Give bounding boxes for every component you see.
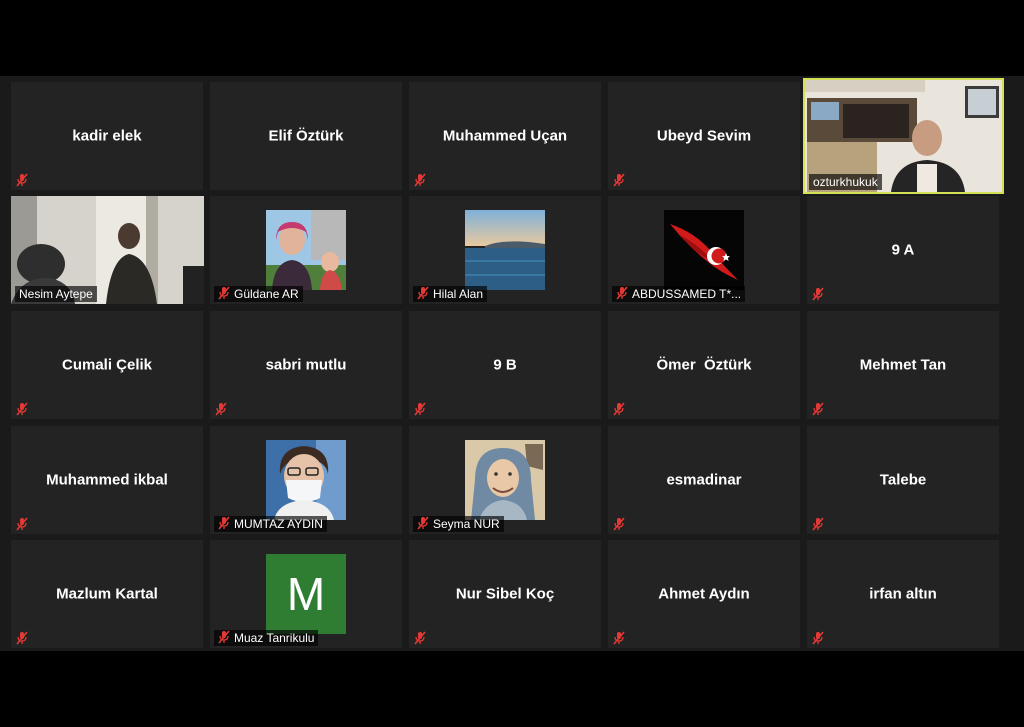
participant-tile[interactable]: Talebe (807, 426, 999, 534)
participant-name: Güldane AR (234, 287, 299, 301)
participant-name: Ubeyd Sevim (656, 127, 752, 145)
participant-tile[interactable]: irfan altın (807, 540, 999, 648)
participant-name: Cumali Çelik (61, 356, 153, 374)
profile-picture (465, 210, 545, 290)
participant-name: Elif Öztürk (268, 127, 344, 145)
mic-muted-icon (613, 402, 625, 416)
participant-name: sabri mutlu (265, 356, 347, 374)
participant-name: ABDUSSAMED T*... (632, 287, 742, 301)
participant-name-label: Seyma NUR (413, 516, 504, 532)
mic-muted-icon (417, 516, 429, 530)
mic-muted-icon (613, 631, 625, 645)
participant-tile[interactable]: Seyma NUR (409, 426, 601, 534)
participant-tile[interactable]: Hilal Alan (409, 196, 601, 304)
mic-muted-icon (812, 402, 824, 416)
mic-muted-icon (616, 286, 628, 300)
mic-muted-icon (812, 287, 824, 301)
mic-muted-icon (417, 286, 429, 300)
participant-tile[interactable]: Ömer Öztürk (608, 311, 800, 419)
participant-name: 9 B (493, 356, 517, 374)
participant-name-label: Muaz Tanrikulu (214, 630, 319, 646)
participant-name: Muhammed Uçan (442, 127, 568, 145)
participant-name-label: Hilal Alan (413, 286, 488, 302)
mic-muted-icon (16, 402, 28, 416)
participant-tile[interactable]: esmadinar (608, 426, 800, 534)
participant-name: 9 A (891, 241, 915, 259)
participant-tile[interactable]: MUMTAZ AYDIN (210, 426, 402, 534)
participant-name: irfan altın (869, 585, 937, 603)
profile-picture (465, 440, 545, 520)
participant-name-label: Güldane AR (214, 286, 303, 302)
participant-name: Nesim Aytepe (15, 286, 97, 302)
participant-name: Hilal Alan (433, 287, 484, 301)
participant-tile[interactable]: sabri mutlu (210, 311, 402, 419)
participant-tile[interactable]: 9 A (807, 196, 999, 304)
participant-name: Muaz Tanrikulu (234, 631, 315, 645)
mic-muted-icon (812, 631, 824, 645)
profile-picture (266, 210, 346, 290)
mic-muted-icon (414, 631, 426, 645)
gallery-view: kadir elek Elif Öztürk Muhammed Uçan Ube… (0, 76, 1024, 651)
participant-tile[interactable]: ABDUSSAMED T*... (608, 196, 800, 304)
participant-tile[interactable]: 9 B (409, 311, 601, 419)
participant-name: kadir elek (72, 127, 142, 145)
mic-muted-icon (218, 516, 230, 530)
participant-tile[interactable]: M Muaz Tanrikulu (210, 540, 402, 648)
mic-muted-icon (613, 517, 625, 531)
participant-name-label: MUMTAZ AYDIN (214, 516, 327, 532)
profile-picture (664, 210, 744, 290)
profile-picture (266, 440, 346, 520)
participant-tile[interactable]: Mehmet Tan (807, 311, 999, 419)
participant-tile[interactable]: Mazlum Kartal (11, 540, 203, 648)
participant-name: MUMTAZ AYDIN (234, 517, 323, 531)
participant-name: Ahmet Aydın (658, 585, 750, 603)
mic-muted-icon (16, 517, 28, 531)
participant-name: Nur Sibel Koç (455, 585, 555, 603)
participant-name: Seyma NUR (433, 517, 500, 531)
mic-muted-icon (218, 286, 230, 300)
mic-muted-icon (414, 173, 426, 187)
participant-tile[interactable]: Cumali Çelik (11, 311, 203, 419)
participant-tile[interactable]: Muhammed ikbal (11, 426, 203, 534)
participant-name: esmadinar (666, 471, 742, 489)
participant-tile-active-speaker[interactable]: ozturkhukuk (803, 78, 1004, 194)
participant-tile[interactable]: Ahmet Aydın (608, 540, 800, 648)
participant-tile[interactable]: Ubeyd Sevim (608, 82, 800, 190)
participant-name: Mazlum Kartal (56, 585, 158, 603)
mic-muted-icon (414, 402, 426, 416)
mic-muted-icon (16, 173, 28, 187)
mic-muted-icon (215, 402, 227, 416)
participant-tile[interactable]: Nesim Aytepe (11, 196, 204, 304)
participant-tile[interactable]: kadir elek (11, 82, 203, 190)
participant-name: ozturkhukuk (809, 174, 882, 190)
participant-name: Mehmet Tan (859, 356, 947, 374)
participant-name: Muhammed ikbal (46, 471, 168, 489)
mic-muted-icon (812, 517, 824, 531)
participant-name: Ömer Öztürk (656, 356, 752, 374)
participant-tile[interactable]: Nur Sibel Koç (409, 540, 601, 648)
mic-muted-icon (16, 631, 28, 645)
mic-muted-icon (218, 630, 230, 644)
participant-tile[interactable]: Güldane AR (210, 196, 402, 304)
participant-name: Talebe (879, 471, 927, 489)
participant-tile[interactable]: Elif Öztürk (210, 82, 402, 190)
participant-name-label: ABDUSSAMED T*... (612, 286, 746, 302)
letter-avatar: M (266, 554, 346, 634)
mic-muted-icon (613, 173, 625, 187)
participant-tile[interactable]: Muhammed Uçan (409, 82, 601, 190)
